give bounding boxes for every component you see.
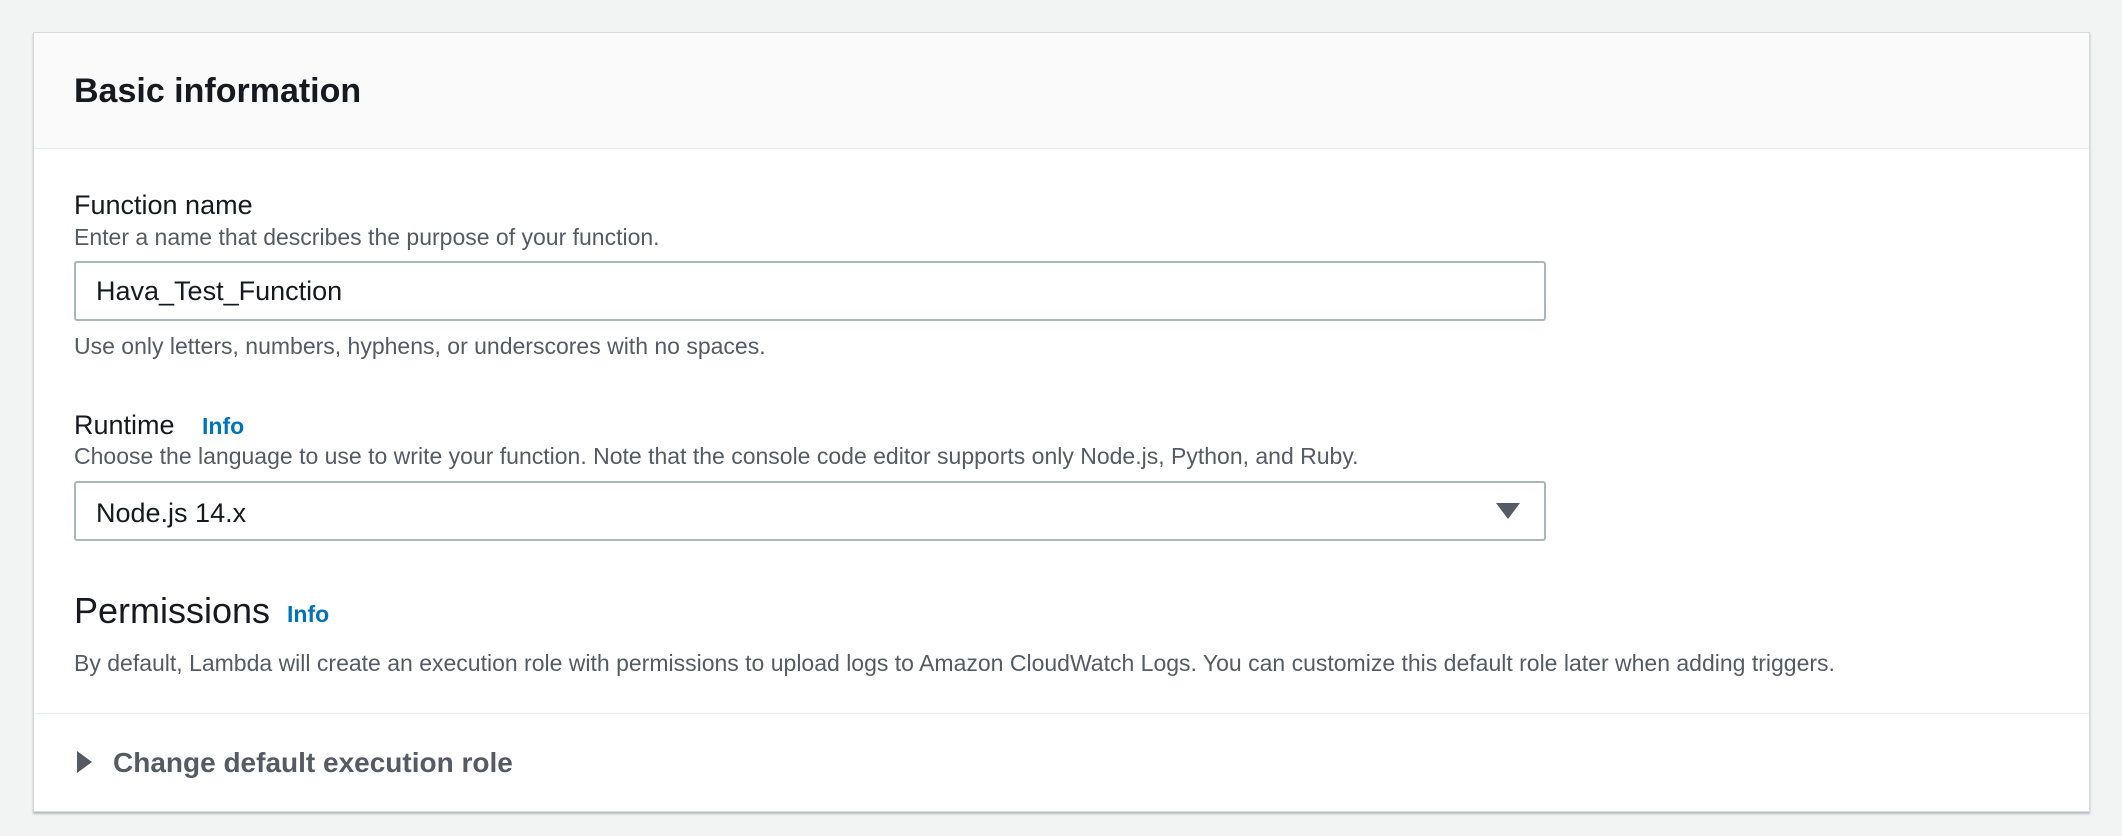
section-divider bbox=[34, 713, 2089, 714]
function-name-description: Enter a name that describes the purpose … bbox=[74, 224, 660, 250]
caret-down-icon bbox=[1496, 503, 1520, 519]
permissions-heading: Permissions bbox=[74, 590, 271, 631]
runtime-selected-value: Node.js 14.x bbox=[96, 498, 247, 528]
panel-title: Basic information bbox=[74, 72, 362, 110]
function-name-constraint: Use only letters, numbers, hyphens, or u… bbox=[74, 333, 766, 359]
permissions-info-link[interactable]: Info bbox=[287, 601, 329, 629]
runtime-description: Choose the language to use to write your… bbox=[74, 443, 1359, 469]
change-execution-role-label: Change default execution role bbox=[113, 747, 513, 778]
runtime-label: Runtime bbox=[74, 410, 175, 440]
function-name-input[interactable] bbox=[74, 261, 1546, 321]
function-name-label: Function name bbox=[74, 190, 253, 220]
caret-right-icon bbox=[77, 751, 92, 773]
runtime-select[interactable]: Node.js 14.x bbox=[74, 481, 1546, 541]
runtime-info-link[interactable]: Info bbox=[202, 413, 244, 441]
basic-information-panel: Basic information Function name Enter a … bbox=[33, 32, 2090, 812]
permissions-description: By default, Lambda will create an execut… bbox=[74, 650, 1835, 676]
panel-header: Basic information bbox=[34, 33, 2089, 149]
